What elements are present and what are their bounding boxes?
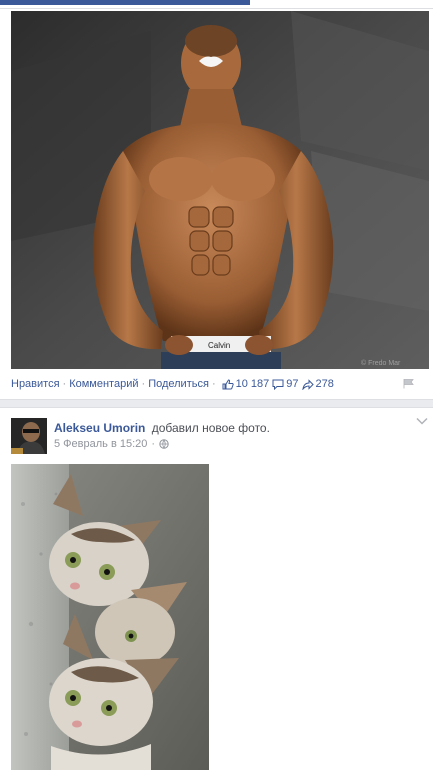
comments-count[interactable]: 97 <box>272 378 299 390</box>
flag-icon[interactable] <box>403 378 415 392</box>
post-actions-bar: Нравится · Комментарий · Поделиться · 10… <box>11 376 429 392</box>
post-photo-kittens[interactable] <box>11 464 209 770</box>
thumbs-up-icon <box>222 378 234 389</box>
post-photo-man[interactable]: Calvin © Fredo Mar <box>11 11 429 369</box>
likes-count[interactable]: 10 187 <box>222 378 270 390</box>
avatar-image <box>11 418 47 454</box>
comments-count-value: 97 <box>286 378 299 390</box>
shares-count[interactable]: 278 <box>301 378 334 390</box>
comment-bubble-icon <box>272 379 284 390</box>
author-action-text: добавил новое фото. <box>151 421 270 435</box>
share-link[interactable]: Поделиться <box>148 378 209 390</box>
separator-dot: · <box>62 378 67 390</box>
post-card-2: Alekseu Umorin добавил новое фото. 5 Фев… <box>0 407 433 770</box>
svg-text:© Fredo Mar: © Fredo Mar <box>361 359 401 367</box>
avatar[interactable] <box>11 418 47 454</box>
post-timestamp[interactable]: 5 Февраль в 15:20 <box>54 438 147 450</box>
chevron-down-icon[interactable] <box>416 416 428 428</box>
post-author-line: Alekseu Umorin добавил новое фото. <box>54 421 270 435</box>
share-arrow-icon <box>301 378 314 390</box>
top-bar-blue-strip <box>0 0 250 5</box>
post-meta: 5 Февраль в 15:20 · <box>54 438 169 450</box>
separator-dot: · <box>141 378 146 390</box>
separator-dot: · <box>211 378 216 390</box>
like-link[interactable]: Нравится <box>11 378 60 390</box>
post-card-1: Calvin © Fredo Mar Нравится · Комментари… <box>0 8 433 400</box>
separator-dot: · <box>151 438 156 450</box>
photo-kittens-illustration <box>11 464 209 770</box>
author-name-link[interactable]: Alekseu Umorin <box>54 421 145 435</box>
photo-man-illustration: Calvin © Fredo Mar <box>11 11 429 369</box>
globe-icon[interactable] <box>159 439 169 449</box>
svg-text:Calvin: Calvin <box>208 341 230 350</box>
top-bar <box>0 0 433 8</box>
likes-count-value: 10 187 <box>235 378 270 390</box>
shares-count-value: 278 <box>315 378 334 390</box>
comment-link[interactable]: Комментарий <box>69 378 138 390</box>
